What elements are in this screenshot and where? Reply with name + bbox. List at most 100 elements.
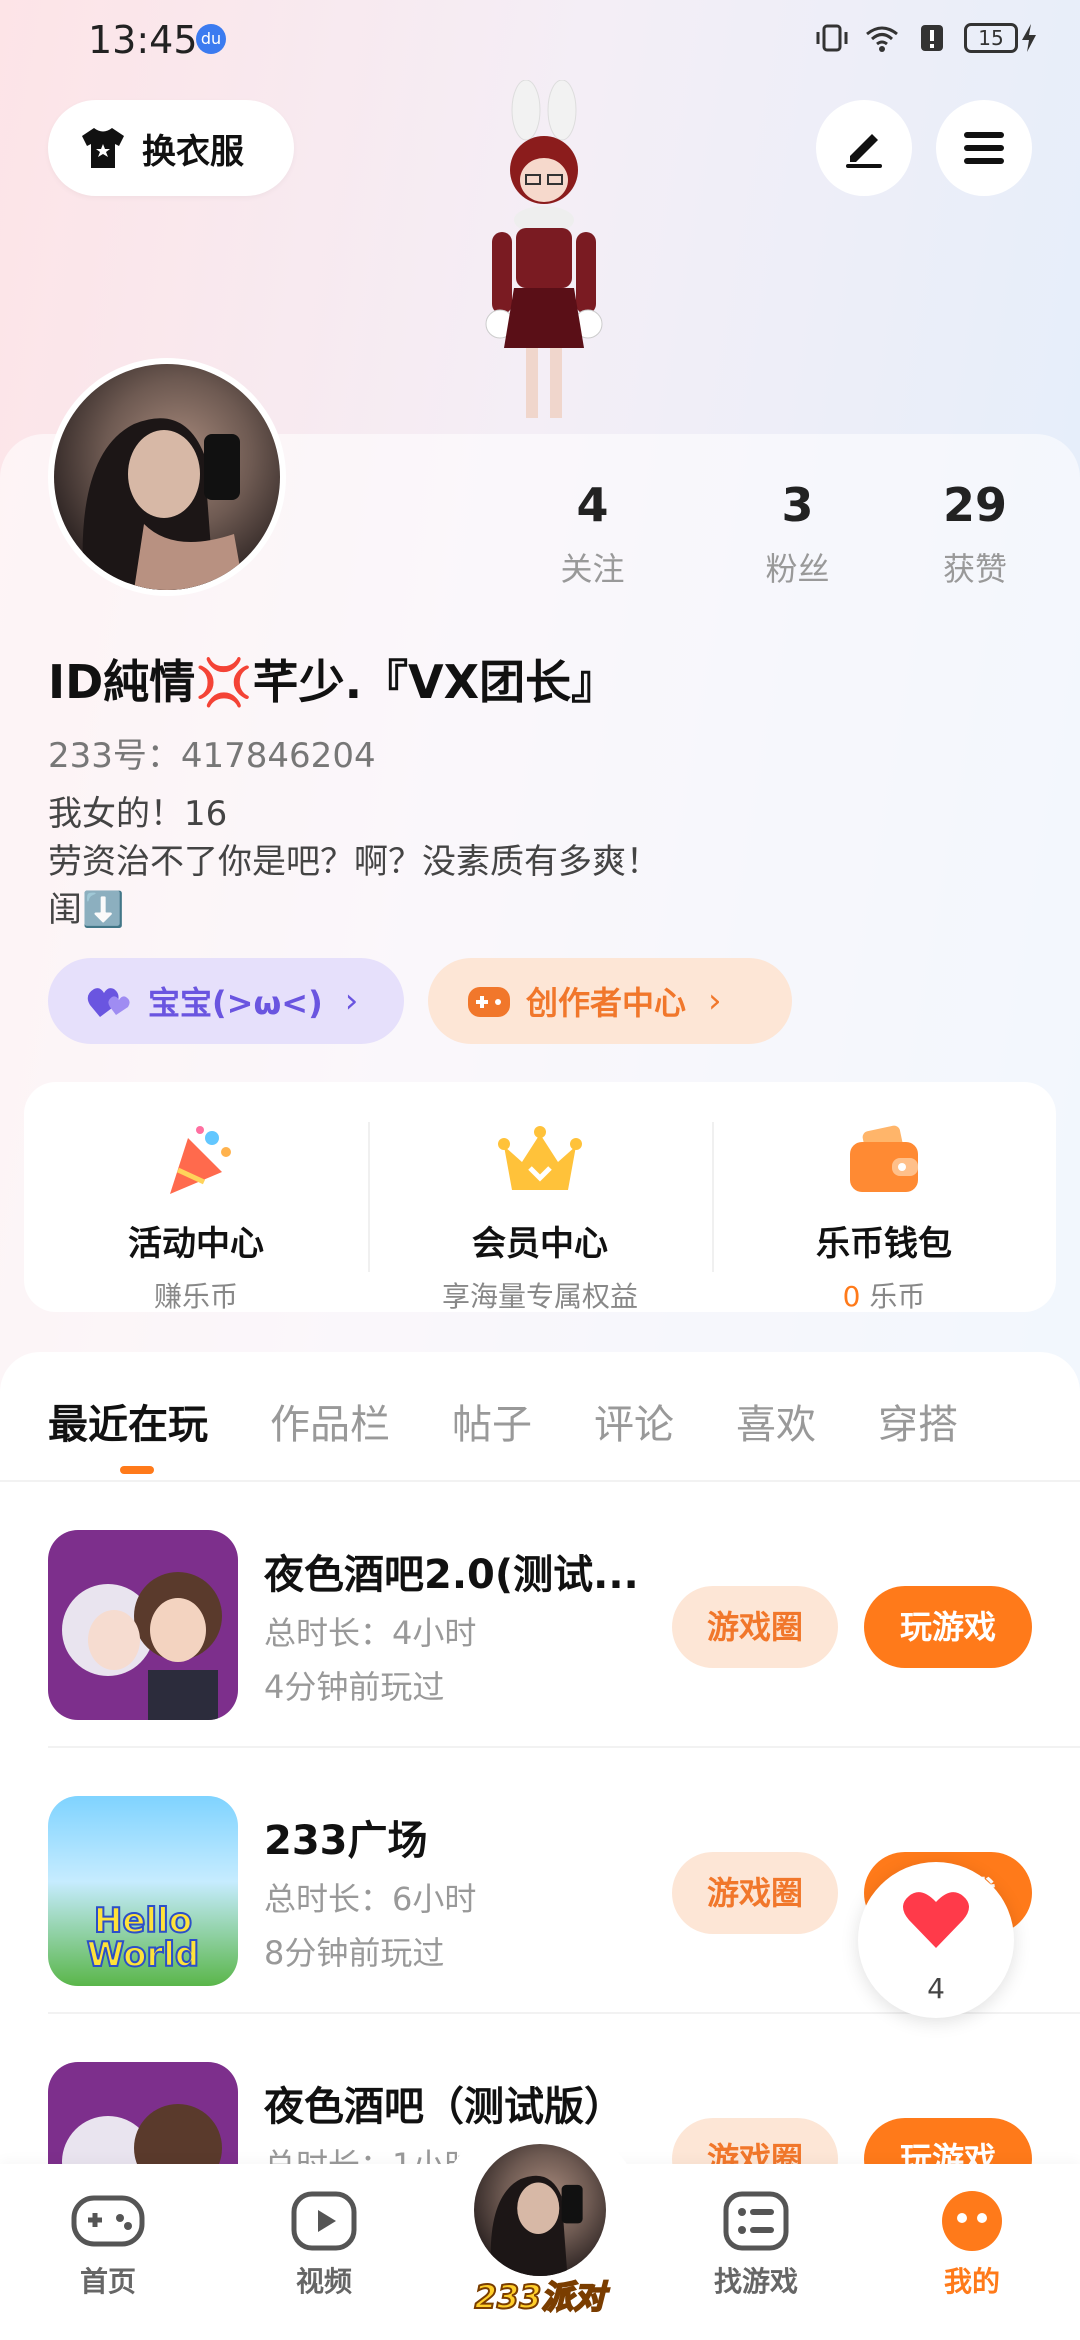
game-name: 夜色酒吧2.0(测试... bbox=[264, 1552, 639, 1598]
bio-line: 劳资治不了你是吧？啊？没素质有多爽！ bbox=[48, 842, 660, 882]
heart-pair-icon bbox=[87, 988, 130, 1017]
status-time: 13:45 bbox=[88, 18, 198, 62]
game-playtime: 总时长：4小时 bbox=[264, 1614, 477, 1652]
party-avatar-image bbox=[474, 2144, 606, 2276]
vip-center-sub: 享海量专属权益 bbox=[441, 1280, 638, 1313]
profile-avatar[interactable] bbox=[48, 358, 286, 596]
activity-center-sub: 赚乐币 bbox=[153, 1280, 238, 1313]
chevron-right-icon: › bbox=[708, 981, 722, 1021]
crown-icon bbox=[498, 1126, 582, 1190]
heart-icon bbox=[903, 1892, 969, 1948]
avatar-photo bbox=[82, 418, 244, 590]
game-icon bbox=[48, 1530, 238, 1720]
tab-comments[interactable]: 评论 bbox=[594, 1392, 674, 1450]
game-circle-button[interactable]: 游戏圈 bbox=[672, 1586, 838, 1668]
vip-center[interactable]: 会员中心 享海量专属权益 bbox=[368, 1102, 712, 1313]
baby-pill-label: 宝宝(>ω<) bbox=[148, 984, 323, 1022]
play-icon bbox=[291, 2191, 357, 2251]
menu-button[interactable] bbox=[936, 100, 1032, 196]
tshirt-icon bbox=[82, 128, 124, 168]
game-playtime: 总时长：6小时 bbox=[264, 1880, 477, 1918]
bio-line: 闺⬇️ bbox=[48, 890, 125, 930]
tab-likes[interactable]: 喜欢 bbox=[736, 1392, 816, 1450]
bio: 我女的！16 劳资治不了你是吧？啊？没素质有多爽！ 闺⬇️ bbox=[48, 790, 660, 934]
nav-video-label: 视频 bbox=[295, 2265, 352, 2298]
nickname: ID純情💢芊少.『VX团长』 bbox=[48, 655, 618, 709]
tabs-bar: 最近在玩 作品栏 帖子 评论 喜欢 穿搭 bbox=[0, 1352, 1080, 1482]
nav-home[interactable]: 首页 bbox=[28, 2190, 188, 2300]
nav-home-label: 首页 bbox=[79, 2265, 136, 2298]
wallet-icon bbox=[850, 1125, 918, 1192]
party-popper-icon bbox=[170, 1126, 231, 1194]
creator-pill-label: 创作者中心 bbox=[526, 984, 687, 1022]
user-id[interactable]: 233号：417846204 bbox=[48, 728, 376, 777]
tab-outfits[interactable]: 穿搭 bbox=[878, 1392, 958, 1450]
nav-find-games-label: 找游戏 bbox=[713, 2265, 798, 2298]
like-count: 4 bbox=[927, 1972, 945, 2005]
wifi-icon bbox=[866, 26, 898, 52]
activity-center[interactable]: 活动中心 赚乐币 bbox=[24, 1102, 368, 1313]
followers-count: 3 bbox=[781, 478, 814, 532]
profile-stats: 4 关注 3 粉丝 29 获赞 bbox=[490, 478, 1050, 590]
coin-wallet[interactable]: 乐币钱包 0 乐币 bbox=[712, 1102, 1056, 1313]
game-name: 夜色酒吧（测试版） bbox=[264, 2084, 624, 2130]
creator-center-button[interactable]: 创作者中心 › bbox=[428, 958, 792, 1044]
status-icons: 15 bbox=[814, 22, 1040, 54]
tab-recent-play[interactable]: 最近在玩 bbox=[48, 1392, 208, 1474]
status-bar: 13:45 du 15 bbox=[0, 0, 1080, 84]
avatar-character[interactable] bbox=[438, 80, 648, 440]
avatar-image bbox=[54, 364, 280, 590]
followers-stat[interactable]: 3 粉丝 bbox=[695, 478, 900, 590]
game-icon-title: Hello World bbox=[86, 1901, 200, 1975]
coin-wallet-title: 乐币钱包 bbox=[816, 1224, 952, 1264]
tab-posts[interactable]: 帖子 bbox=[452, 1392, 532, 1450]
pencil-icon bbox=[846, 134, 882, 168]
likes-stat[interactable]: 29 获赞 bbox=[900, 478, 1050, 590]
charging-icon bbox=[1022, 24, 1036, 52]
following-label: 关注 bbox=[560, 550, 625, 588]
followers-label: 粉丝 bbox=[765, 550, 830, 588]
nav-party-avatar[interactable] bbox=[468, 2138, 612, 2282]
change-outfit-label: 换衣服 bbox=[142, 131, 244, 172]
notification-app-icon: du bbox=[196, 24, 226, 54]
list-icon bbox=[723, 2191, 789, 2251]
game-row[interactable]: 夜色酒吧2.0(测试... 总时长：4小时 4分钟前玩过 游戏圈 玩游戏 bbox=[48, 1482, 1080, 1748]
game-circle-button[interactable]: 游戏圈 bbox=[672, 1852, 838, 1934]
edit-profile-button[interactable] bbox=[816, 100, 912, 196]
alert-icon bbox=[921, 25, 943, 51]
nav-me[interactable]: 我的 bbox=[892, 2190, 1052, 2300]
coin-wallet-sub: 0 乐币 bbox=[712, 1275, 1056, 1315]
menu-icon bbox=[964, 132, 1004, 164]
nav-me-label: 我的 bbox=[943, 2265, 1000, 2298]
following-count: 4 bbox=[576, 478, 609, 532]
play-game-button[interactable]: 玩游戏 bbox=[864, 1586, 1032, 1668]
baby-relation-button[interactable]: 宝宝(>ω<) › bbox=[48, 958, 404, 1044]
game-last-played: 8分钟前玩过 bbox=[264, 1934, 445, 1972]
floating-like-button[interactable]: 4 bbox=[858, 1862, 1014, 2018]
nav-video[interactable]: 视频 bbox=[244, 2190, 404, 2300]
change-outfit-button[interactable]: 换衣服 bbox=[48, 100, 294, 196]
bio-line: 我女的！16 bbox=[48, 794, 228, 834]
feature-card: 活动中心 赚乐币 会员中心 享海量专属权益 乐币钱包 0 乐币 bbox=[24, 1082, 1056, 1313]
nav-party-label[interactable]: 233派对 bbox=[450, 2272, 630, 2318]
vibrate-icon bbox=[816, 24, 848, 52]
likes-label: 获赞 bbox=[942, 550, 1007, 588]
avatar-photo bbox=[490, 2175, 583, 2276]
battery-level: 15 bbox=[964, 23, 1018, 53]
coin-balance: 0 bbox=[842, 1280, 861, 1313]
game-last-played: 4分钟前玩过 bbox=[264, 1668, 445, 1706]
coin-unit: 乐币 bbox=[869, 1280, 926, 1313]
game-name: 233广场 bbox=[264, 1818, 428, 1864]
game-icon: Hello World bbox=[48, 1796, 238, 1986]
chevron-right-icon: › bbox=[344, 981, 359, 1021]
nav-find-games[interactable]: 找游戏 bbox=[676, 2190, 836, 2300]
activity-center-title: 活动中心 bbox=[128, 1224, 264, 1264]
likes-count: 29 bbox=[942, 478, 1007, 532]
gamepad-icon bbox=[71, 2195, 145, 2247]
me-icon bbox=[942, 2191, 1002, 2251]
tab-works[interactable]: 作品栏 bbox=[270, 1392, 390, 1450]
battery-indicator: 15 bbox=[964, 22, 1040, 54]
vip-center-title: 会员中心 bbox=[472, 1224, 608, 1264]
following-stat[interactable]: 4 关注 bbox=[490, 478, 695, 590]
creator-gamepad-icon bbox=[468, 987, 510, 1017]
